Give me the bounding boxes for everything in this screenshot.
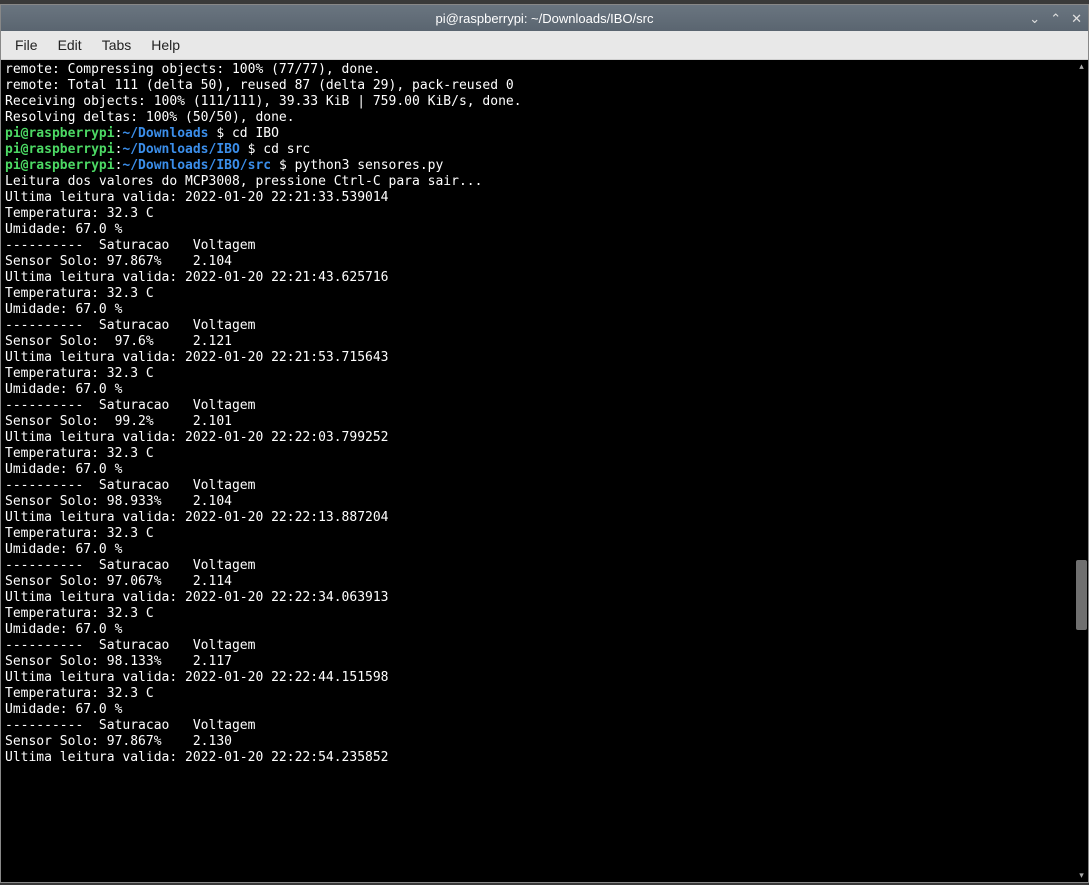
terminal-line: Temperatura: 32.3 C <box>5 366 1071 382</box>
terminal-line: Ultima leitura valida: 2022-01-20 22:22:… <box>5 430 1071 446</box>
maximize-icon[interactable]: ⌃ <box>1050 12 1061 25</box>
terminal-line: Sensor Solo: 98.133% 2.117 <box>5 654 1071 670</box>
terminal-line: Temperatura: 32.3 C <box>5 686 1071 702</box>
terminal-window: pi@raspberrypi: ~/Downloads/IBO/src ⌄ ⌃ … <box>0 4 1089 883</box>
terminal-line: Umidade: 67.0 % <box>5 542 1071 558</box>
terminal-line: Umidade: 67.0 % <box>5 382 1071 398</box>
scroll-down-icon[interactable]: ▾ <box>1075 869 1088 882</box>
terminal-line: remote: Compressing objects: 100% (77/77… <box>5 62 1071 78</box>
terminal-line: Sensor Solo: 99.2% 2.101 <box>5 414 1071 430</box>
minimize-icon[interactable]: ⌄ <box>1029 12 1040 25</box>
menu-tabs[interactable]: Tabs <box>92 33 142 57</box>
terminal-line: Umidade: 67.0 % <box>5 462 1071 478</box>
terminal-line: Leitura dos valores do MCP3008, pression… <box>5 174 1071 190</box>
terminal-line: Ultima leitura valida: 2022-01-20 22:22:… <box>5 510 1071 526</box>
terminal-line: ---------- Saturacao Voltagem <box>5 318 1071 334</box>
window-controls: ⌄ ⌃ ✕ <box>1029 5 1082 31</box>
terminal-line: Temperatura: 32.3 C <box>5 206 1071 222</box>
menu-help[interactable]: Help <box>141 33 190 57</box>
terminal-line: Ultima leitura valida: 2022-01-20 22:21:… <box>5 190 1071 206</box>
terminal-line: remote: Total 111 (delta 50), reused 87 … <box>5 78 1071 94</box>
terminal-line: ---------- Saturacao Voltagem <box>5 478 1071 494</box>
terminal-line: Temperatura: 32.3 C <box>5 526 1071 542</box>
close-icon[interactable]: ✕ <box>1071 12 1082 25</box>
terminal-line: Sensor Solo: 97.867% 2.104 <box>5 254 1071 270</box>
terminal-line: Sensor Solo: 98.933% 2.104 <box>5 494 1071 510</box>
terminal-line: Ultima leitura valida: 2022-01-20 22:21:… <box>5 270 1071 286</box>
terminal-line: ---------- Saturacao Voltagem <box>5 638 1071 654</box>
terminal-line: pi@raspberrypi:~/Downloads/IBO $ cd src <box>5 142 1071 158</box>
scroll-thumb[interactable] <box>1076 560 1087 630</box>
window-title: pi@raspberrypi: ~/Downloads/IBO/src <box>435 11 653 26</box>
titlebar[interactable]: pi@raspberrypi: ~/Downloads/IBO/src ⌄ ⌃ … <box>1 5 1088 31</box>
terminal-line: Temperatura: 32.3 C <box>5 446 1071 462</box>
scrollbar[interactable]: ▴ ▾ <box>1075 60 1088 882</box>
terminal-line: Umidade: 67.0 % <box>5 702 1071 718</box>
terminal-line: Sensor Solo: 97.067% 2.114 <box>5 574 1071 590</box>
terminal-line: ---------- Saturacao Voltagem <box>5 718 1071 734</box>
menubar: File Edit Tabs Help <box>1 31 1088 60</box>
terminal-line: ---------- Saturacao Voltagem <box>5 238 1071 254</box>
terminal-line: Ultima leitura valida: 2022-01-20 22:21:… <box>5 350 1071 366</box>
scroll-up-icon[interactable]: ▴ <box>1075 60 1088 73</box>
terminal-line: Ultima leitura valida: 2022-01-20 22:22:… <box>5 670 1071 686</box>
menu-edit[interactable]: Edit <box>48 33 92 57</box>
terminal-line: ---------- Saturacao Voltagem <box>5 558 1071 574</box>
terminal[interactable]: remote: Compressing objects: 100% (77/77… <box>1 60 1075 882</box>
terminal-line: Sensor Solo: 97.6% 2.121 <box>5 334 1071 350</box>
terminal-line: Umidade: 67.0 % <box>5 302 1071 318</box>
terminal-line: Umidade: 67.0 % <box>5 622 1071 638</box>
terminal-line: Temperatura: 32.3 C <box>5 606 1071 622</box>
terminal-line: ---------- Saturacao Voltagem <box>5 398 1071 414</box>
terminal-line: Sensor Solo: 97.867% 2.130 <box>5 734 1071 750</box>
terminal-line: Umidade: 67.0 % <box>5 222 1071 238</box>
terminal-line: Resolving deltas: 100% (50/50), done. <box>5 110 1071 126</box>
terminal-line: pi@raspberrypi:~/Downloads $ cd IBO <box>5 126 1071 142</box>
terminal-line: Ultima leitura valida: 2022-01-20 22:22:… <box>5 750 1071 766</box>
terminal-wrap: remote: Compressing objects: 100% (77/77… <box>1 60 1088 882</box>
terminal-line: pi@raspberrypi:~/Downloads/IBO/src $ pyt… <box>5 158 1071 174</box>
terminal-line: Temperatura: 32.3 C <box>5 286 1071 302</box>
terminal-line: Ultima leitura valida: 2022-01-20 22:22:… <box>5 590 1071 606</box>
menu-file[interactable]: File <box>5 33 48 57</box>
terminal-line: Receiving objects: 100% (111/111), 39.33… <box>5 94 1071 110</box>
